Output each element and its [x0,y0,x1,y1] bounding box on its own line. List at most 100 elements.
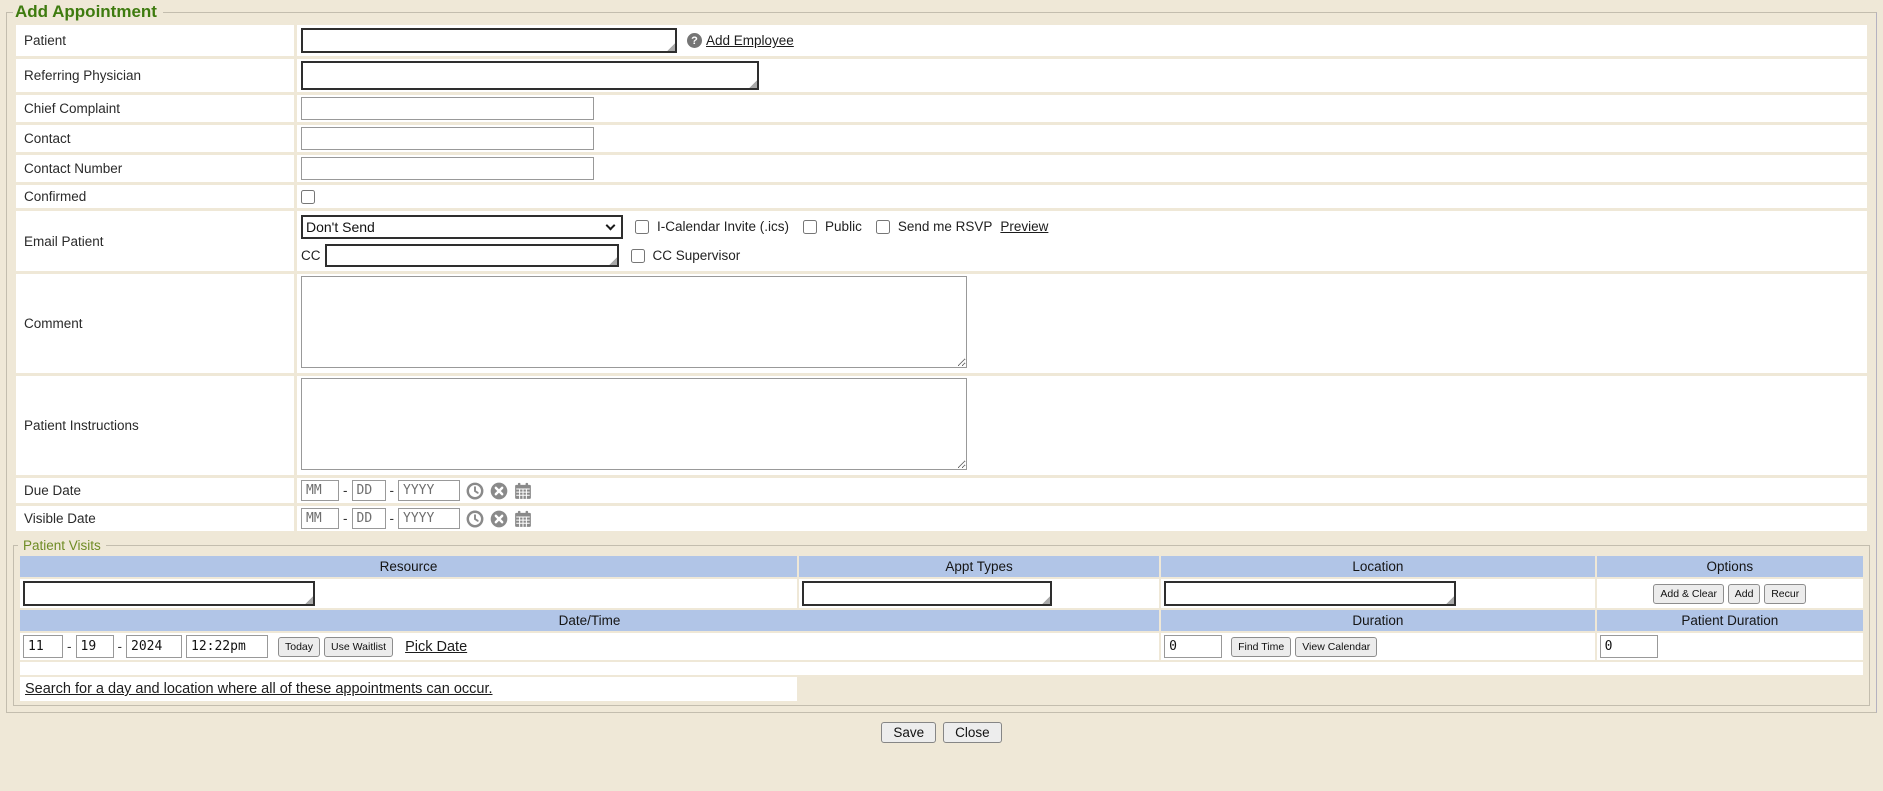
resource-input[interactable] [23,581,315,606]
add-button[interactable]: Add [1728,584,1761,604]
visible-date-year-input[interactable] [398,508,460,529]
patient-instructions-textarea[interactable] [301,378,967,470]
visits-header-row-2: Date/Time Duration Patient Duration [20,610,1863,631]
send-me-rsvp-checkbox[interactable] [876,220,890,234]
cc-label: CC [301,248,321,263]
public-checkbox[interactable] [803,220,817,234]
date-separator: - [390,511,395,526]
contact-input[interactable] [301,127,594,150]
recur-button[interactable]: Recur [1764,584,1806,604]
calendar-icon[interactable] [514,510,532,528]
cc-supervisor-label: CC Supervisor [653,248,741,263]
patient-visits-legend: Patient Visits [18,538,106,553]
visit-time-input[interactable] [186,635,268,658]
clock-icon[interactable] [466,510,484,528]
pick-date-link[interactable]: Pick Date [405,639,467,655]
comment-textarea[interactable] [301,276,967,368]
today-button[interactable]: Today [278,637,320,657]
row-contact: Contact [16,125,1867,152]
chief-complaint-label: Chief Complaint [24,101,120,116]
date-separator: - [67,639,72,654]
view-calendar-button[interactable]: View Calendar [1295,637,1377,657]
row-patient: Patient ? Add Employee [16,25,1867,56]
patient-instructions-label: Patient Instructions [24,418,139,433]
column-header-duration: Duration [1161,610,1595,631]
confirmed-label: Confirmed [24,189,86,204]
row-contact-number: Contact Number [16,155,1867,182]
close-button[interactable]: Close [943,722,1002,743]
column-header-patient-duration: Patient Duration [1597,610,1863,631]
appointment-form: Patient ? Add Employee Referring Physici… [13,22,1870,534]
visit-month-input[interactable] [23,635,63,658]
comment-label: Comment [24,316,83,331]
empty-cell [799,677,1863,701]
send-me-rsvp-label: Send me RSVP [898,219,993,234]
search-day-location-link[interactable]: Search for a day and location where all … [25,681,493,697]
confirmed-checkbox[interactable] [301,190,315,204]
help-icon[interactable]: ? [687,33,702,48]
due-date-month-input[interactable] [301,480,339,501]
duration-input[interactable] [1164,635,1222,658]
due-date-label: Due Date [24,483,81,498]
row-visible-date: Visible Date - - [16,506,1867,531]
public-label: Public [825,219,862,234]
date-separator: - [343,511,348,526]
date-separator: - [343,483,348,498]
visits-input-row: Add & Clear Add Recur [20,579,1863,608]
location-input[interactable] [1164,581,1456,606]
row-comment: Comment [16,274,1867,373]
footer-actions: Save Close [0,722,1883,743]
visible-date-month-input[interactable] [301,508,339,529]
row-patient-instructions: Patient Instructions [16,376,1867,475]
clear-icon[interactable] [490,510,508,528]
row-referring-physician: Referring Physician [16,59,1867,92]
contact-label: Contact [24,131,71,146]
referring-physician-input[interactable] [301,61,759,90]
row-chief-complaint: Chief Complaint [16,95,1867,122]
spacer-cell [20,662,1863,675]
due-date-day-input[interactable] [352,480,386,501]
column-header-options: Options [1597,556,1863,577]
use-waitlist-button[interactable]: Use Waitlist [324,637,393,657]
add-and-clear-button[interactable]: Add & Clear [1653,584,1724,604]
icalendar-invite-label: I-Calendar Invite (.ics) [657,219,789,234]
clock-icon[interactable] [466,482,484,500]
visits-search-row: Search for a day and location where all … [20,677,1863,701]
column-header-datetime: Date/Time [20,610,1159,631]
column-header-appt-types: Appt Types [799,556,1159,577]
patient-input[interactable] [301,28,677,53]
visits-datetime-row: - - Today Use Waitlist Pick Date Find Ti… [20,633,1863,660]
visits-header-row: Resource Appt Types Location Options [20,556,1863,577]
referring-physician-label: Referring Physician [24,68,141,83]
row-email-patient: Email Patient Don't Send I-Calendar Invi… [16,211,1867,271]
icalendar-invite-checkbox[interactable] [635,220,649,234]
email-send-select[interactable]: Don't Send [301,215,623,239]
save-button[interactable]: Save [881,722,936,743]
page-title: Add Appointment [13,2,163,22]
contact-number-input[interactable] [301,157,594,180]
visit-year-input[interactable] [126,635,182,658]
preview-link[interactable]: Preview [1000,219,1048,234]
due-date-year-input[interactable] [398,480,460,501]
visit-day-input[interactable] [76,635,114,658]
visits-spacer-row [20,662,1863,675]
date-separator: - [390,483,395,498]
date-separator: - [118,639,123,654]
column-header-location: Location [1161,556,1595,577]
patient-duration-input[interactable] [1600,635,1658,658]
calendar-icon[interactable] [514,482,532,500]
chief-complaint-input[interactable] [301,97,594,120]
clear-icon[interactable] [490,482,508,500]
add-appointment-section: Add Appointment Patient ? Add Employee R… [6,2,1877,713]
column-header-resource: Resource [20,556,797,577]
visible-date-day-input[interactable] [352,508,386,529]
row-due-date: Due Date - - [16,478,1867,503]
add-employee-link[interactable]: Add Employee [706,33,794,48]
cc-supervisor-checkbox[interactable] [631,249,645,263]
find-time-button[interactable]: Find Time [1231,637,1291,657]
patient-label: Patient [24,33,66,48]
visible-date-label: Visible Date [24,511,96,526]
cc-input[interactable] [325,244,619,267]
contact-number-label: Contact Number [24,161,122,176]
appt-types-input[interactable] [802,581,1052,606]
